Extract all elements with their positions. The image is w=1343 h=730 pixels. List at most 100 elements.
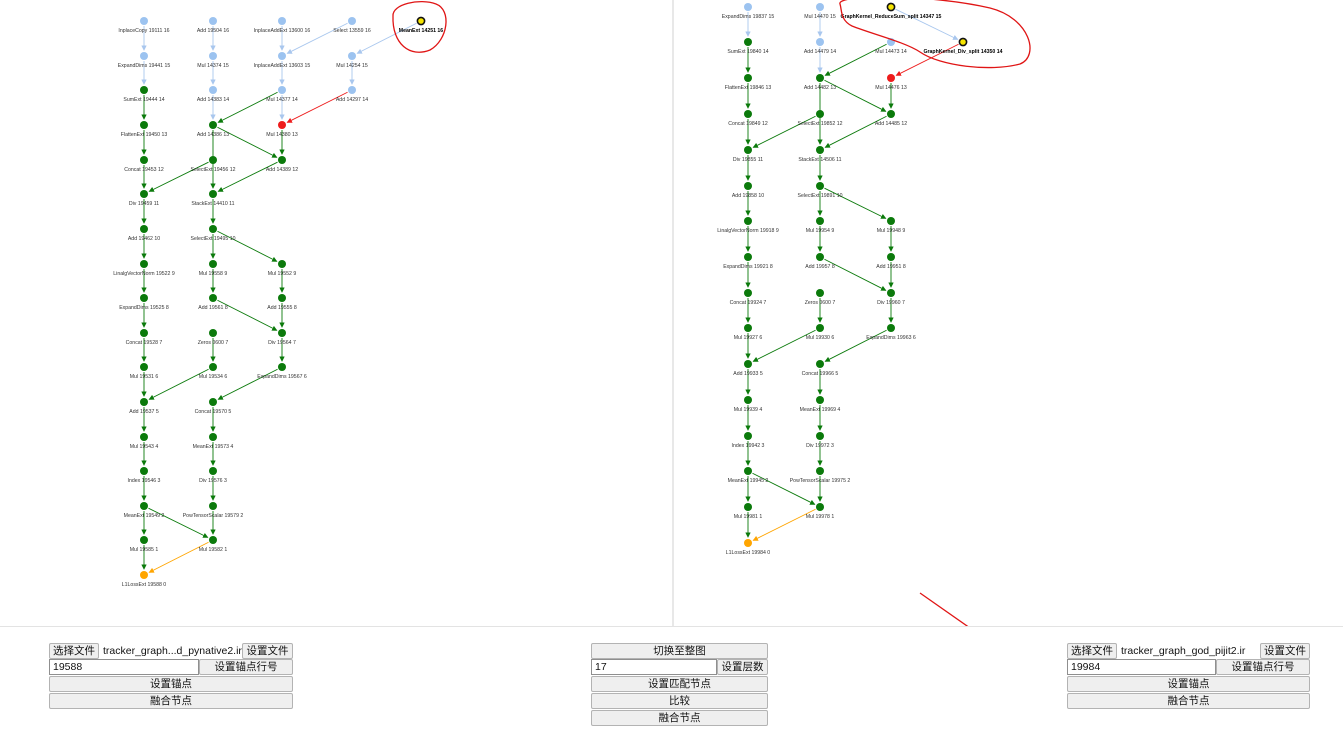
left-graph-node[interactable]: Mul 14374 15 — [197, 52, 229, 69]
right-graph-node-dot[interactable] — [744, 38, 752, 46]
left-graph-node-dot[interactable] — [278, 294, 286, 302]
right-graph-node-dot[interactable] — [816, 396, 824, 404]
right-graph-node-dot[interactable] — [744, 432, 752, 440]
right-graph-node-dot[interactable] — [887, 74, 895, 82]
left-graph-node[interactable]: ExpandDims 19525 8 — [119, 294, 169, 311]
left-graph-node-dot[interactable] — [140, 225, 148, 233]
left-graph-node[interactable]: MeanExt 19573 4 — [193, 433, 234, 450]
left-graph-node-dot[interactable] — [209, 52, 217, 60]
left-graph-node[interactable]: InplaceAddExt 13600 16 — [254, 17, 311, 34]
right-set-file-button[interactable]: 设置文件 — [1260, 643, 1310, 659]
right-set-anchor-button[interactable]: 设置锚点 — [1067, 676, 1310, 692]
left-graph-node[interactable]: LinalgVectorNorm 19522 9 — [113, 260, 175, 277]
left-graph-node[interactable]: Concat 19453 12 — [124, 156, 164, 173]
right-graph-node[interactable]: Index 19942 3 — [732, 432, 765, 449]
right-graph-node-dot[interactable] — [744, 467, 752, 475]
right-graph-node-dot[interactable] — [887, 289, 895, 297]
left-anchor-line-input[interactable] — [49, 659, 199, 675]
left-graph-node-dot[interactable] — [140, 536, 148, 544]
left-graph-node[interactable]: Add 14389 12 — [266, 156, 298, 173]
left-graph-node-dot[interactable] — [209, 433, 217, 441]
right-graph-node-dot[interactable] — [744, 182, 752, 190]
right-graph-node-dot[interactable] — [816, 467, 824, 475]
left-graph-node-dot[interactable] — [140, 190, 148, 198]
right-graph-node-dot[interactable] — [816, 38, 824, 46]
right-graph-node[interactable]: ExpandDims 19963 6 — [866, 324, 916, 341]
right-graph-node[interactable]: FlattenExt 19846 13 — [725, 74, 772, 91]
right-graph-node[interactable]: Add 14479 14 — [804, 38, 836, 55]
right-graph-node-dot[interactable] — [816, 110, 824, 118]
right-graph-node[interactable]: Add 14485 12 — [875, 110, 907, 127]
left-graph-node-dot[interactable] — [209, 190, 217, 198]
right-choose-file-button[interactable]: 选择文件 — [1067, 643, 1117, 659]
left-graph-node-dot[interactable] — [140, 121, 148, 129]
left-merge-nodes-button[interactable]: 融合节点 — [49, 693, 293, 709]
left-graph-node-dot[interactable] — [278, 86, 286, 94]
right-graph-node[interactable]: Concat 19924 7 — [730, 289, 767, 306]
left-graph-node-dot[interactable] — [140, 398, 148, 406]
right-graph-node[interactable]: Mul 19954 9 — [806, 217, 835, 234]
left-graph-node[interactable]: Div 19459 11 — [129, 190, 159, 207]
left-graph-node[interactable]: Index 19546 3 — [128, 467, 161, 484]
left-graph-node[interactable]: InplaceCopy 19111 16 — [118, 17, 170, 34]
left-graph-node[interactable]: Mul 19534 6 — [199, 363, 228, 380]
right-graph-node[interactable]: Mul 19927 6 — [734, 324, 763, 341]
left-graph-node-dot[interactable] — [278, 17, 286, 25]
right-graph-node[interactable]: PowTensorScalar 19975 2 — [790, 467, 851, 484]
graph-canvas[interactable]: InplaceCopy 19111 16 Add 19504 16 InplaceA… — [0, 0, 1343, 626]
right-graph-node[interactable]: ExpandDims 19837 15 — [722, 3, 775, 20]
left-graph-node[interactable]: Add 19462 10 — [128, 225, 160, 242]
left-graph-node[interactable]: Select 13559 16 — [333, 17, 371, 34]
left-graph-node[interactable]: Div 19564 7 — [268, 329, 296, 346]
left-graph-node-dot[interactable] — [140, 363, 148, 371]
right-graph-node-dot[interactable] — [816, 324, 824, 332]
switch-full-graph-button[interactable]: 切换至整图 — [591, 643, 768, 659]
left-graph-node[interactable]: FlattenExt 19450 13 — [121, 121, 168, 138]
right-graph-node-dot[interactable] — [744, 324, 752, 332]
left-graph-node-dot[interactable] — [278, 121, 286, 129]
right-graph-node-dot[interactable] — [816, 217, 824, 225]
right-graph-node-dot[interactable] — [744, 289, 752, 297]
right-graph-node-dot[interactable] — [816, 503, 824, 511]
right-graph-node[interactable]: Mul 14476 13 — [875, 74, 907, 91]
left-graph-node[interactable]: Zeros 0600 7 — [198, 329, 229, 346]
left-graph-node[interactable]: MeanExt 14251 16 — [399, 16, 444, 34]
set-depth-button[interactable]: 设置层数 — [717, 659, 768, 675]
left-choose-file-button[interactable]: 选择文件 — [49, 643, 99, 659]
left-graph-node[interactable]: Mul 14254 15 — [336, 52, 368, 69]
right-graph-node[interactable]: Concat 19966 5 — [802, 360, 839, 377]
right-graph-node-dot[interactable] — [887, 217, 895, 225]
left-graph-node[interactable]: SumExt 19444 14 — [123, 86, 165, 103]
left-set-anchor-button[interactable]: 设置锚点 — [49, 676, 293, 692]
right-graph-node[interactable]: SumExt 19840 14 — [727, 38, 769, 55]
right-set-anchor-line-button[interactable]: 设置锚点行号 — [1216, 659, 1310, 675]
left-graph-node[interactable]: Mul 19552 9 — [268, 260, 297, 277]
left-graph-node[interactable]: Add 14383 14 — [197, 86, 229, 103]
left-graph-node[interactable]: PowTensorScalar 19579 2 — [183, 502, 244, 519]
left-set-file-button[interactable]: 设置文件 — [242, 643, 293, 659]
right-graph-node-dot[interactable] — [744, 396, 752, 404]
left-graph-node[interactable]: Add 19537 5 — [129, 398, 159, 415]
right-graph-node-dot[interactable] — [744, 74, 752, 82]
right-anchor-line-input[interactable] — [1067, 659, 1216, 675]
right-graph-node[interactable]: ExpandDims 19921 8 — [723, 253, 773, 270]
left-graph-node-dot[interactable] — [278, 260, 286, 268]
left-graph-node-dot[interactable] — [140, 156, 148, 164]
right-graph-node-dot[interactable] — [816, 360, 824, 368]
right-graph-node[interactable]: Add 19858 10 — [732, 182, 764, 199]
right-graph-node-dot[interactable] — [816, 432, 824, 440]
right-graph-node[interactable]: Mul 19948 9 — [877, 217, 906, 234]
left-graph-node-dot[interactable] — [209, 17, 217, 25]
left-graph-node[interactable]: ExpandDims 19567 6 — [257, 363, 307, 380]
left-graph-node-dot[interactable] — [278, 363, 286, 371]
left-graph-node[interactable]: SelectExt 19495 10 — [191, 225, 236, 242]
left-graph-node[interactable]: Mul 19582 1 — [199, 536, 228, 553]
right-graph-node-dot[interactable] — [958, 37, 968, 47]
left-graph-node-dot[interactable] — [209, 294, 217, 302]
left-graph-node[interactable]: Add 19555 8 — [267, 294, 297, 311]
left-graph-node[interactable]: Add 14297 14 — [336, 86, 368, 103]
left-graph-node-dot[interactable] — [348, 86, 356, 94]
right-graph-node-dot[interactable] — [744, 503, 752, 511]
left-graph-node-dot[interactable] — [209, 156, 217, 164]
left-graph-node-dot[interactable] — [209, 225, 217, 233]
